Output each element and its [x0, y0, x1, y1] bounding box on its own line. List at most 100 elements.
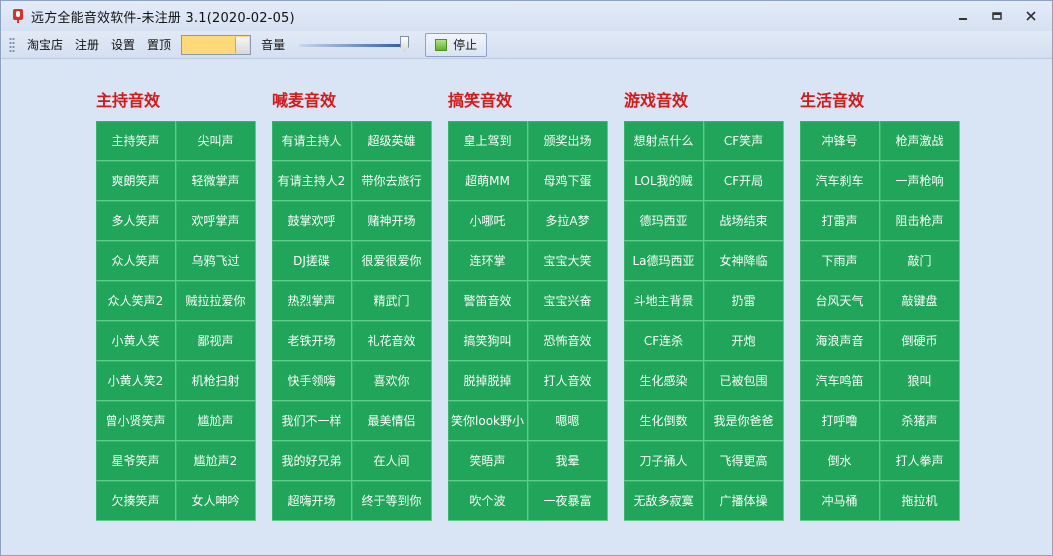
sound-button[interactable]: 敲键盘	[880, 281, 960, 321]
sound-button[interactable]: 尖叫声	[176, 121, 256, 161]
menu-settings[interactable]: 设置	[105, 36, 141, 53]
sound-button[interactable]: 扔雷	[704, 281, 784, 321]
sound-button[interactable]: 主持笑声	[96, 121, 176, 161]
sound-button[interactable]: 德玛西亚	[624, 201, 704, 241]
sound-button[interactable]: 小哪吒	[448, 201, 528, 241]
sound-button[interactable]: 女神降临	[704, 241, 784, 281]
sound-button[interactable]: 多拉A梦	[528, 201, 608, 241]
sound-button[interactable]: 鄙视声	[176, 321, 256, 361]
volume-slider[interactable]	[299, 35, 410, 55]
sound-button[interactable]: 敲门	[880, 241, 960, 281]
sound-button[interactable]: 连环掌	[448, 241, 528, 281]
sound-button[interactable]: 小黄人笑	[96, 321, 176, 361]
sound-button[interactable]: 吹个波	[448, 481, 528, 521]
sound-button[interactable]: 众人笑声2	[96, 281, 176, 321]
sound-button[interactable]: 终于等到你	[352, 481, 432, 521]
sound-button[interactable]: 女人呻吟	[176, 481, 256, 521]
toolbar-grip[interactable]	[9, 36, 15, 53]
sound-button[interactable]: 尴尬声	[176, 401, 256, 441]
sound-button[interactable]: 倒水	[800, 441, 880, 481]
sound-button[interactable]: 轻微掌声	[176, 161, 256, 201]
sound-button[interactable]: 生化感染	[624, 361, 704, 401]
sound-button[interactable]: 搞笑狗叫	[448, 321, 528, 361]
sound-button[interactable]: 机枪扫射	[176, 361, 256, 401]
sound-button[interactable]: CF连杀	[624, 321, 704, 361]
sound-button[interactable]: 冲锋号	[800, 121, 880, 161]
sound-button[interactable]: 欠揍笑声	[96, 481, 176, 521]
sound-button[interactable]: 嗯嗯	[528, 401, 608, 441]
sound-button[interactable]: 生化倒数	[624, 401, 704, 441]
sound-button[interactable]: 笑晤声	[448, 441, 528, 481]
menu-taobao-store[interactable]: 淘宝店	[21, 36, 69, 53]
sound-button[interactable]: 礼花音效	[352, 321, 432, 361]
sound-button[interactable]: 热烈掌声	[272, 281, 352, 321]
sound-button[interactable]: 脱掉脱掉	[448, 361, 528, 401]
sound-button[interactable]: 赌神开场	[352, 201, 432, 241]
sound-button[interactable]: CF笑声	[704, 121, 784, 161]
sound-button[interactable]: 阻击枪声	[880, 201, 960, 241]
sound-button[interactable]: 狼叫	[880, 361, 960, 401]
sound-button[interactable]: CF开局	[704, 161, 784, 201]
sound-button[interactable]: 杀猪声	[880, 401, 960, 441]
sound-button[interactable]: 我是你爸爸	[704, 401, 784, 441]
sound-button[interactable]: 尴尬声2	[176, 441, 256, 481]
sound-button[interactable]: 超级英雄	[352, 121, 432, 161]
sound-button[interactable]: 多人笑声	[96, 201, 176, 241]
menu-register[interactable]: 注册	[69, 36, 105, 53]
sound-button[interactable]: 刀子捅人	[624, 441, 704, 481]
sound-button[interactable]: 打呼噜	[800, 401, 880, 441]
sound-button[interactable]: 枪声激战	[880, 121, 960, 161]
sound-button[interactable]: 超嗨开场	[272, 481, 352, 521]
sound-button[interactable]: 下雨声	[800, 241, 880, 281]
sound-button[interactable]: 一声枪响	[880, 161, 960, 201]
volume-slider-thumb[interactable]	[400, 35, 410, 52]
sound-button[interactable]: 快手领嗨	[272, 361, 352, 401]
sound-button[interactable]: 我晕	[528, 441, 608, 481]
sound-button[interactable]: 贼拉拉爱你	[176, 281, 256, 321]
sound-button[interactable]: 恐怖音效	[528, 321, 608, 361]
sound-button[interactable]: 宝宝大笑	[528, 241, 608, 281]
sound-button[interactable]: DJ搓碟	[272, 241, 352, 281]
sound-button[interactable]: 已被包围	[704, 361, 784, 401]
sound-button[interactable]: 斗地主背景	[624, 281, 704, 321]
sound-button[interactable]: 拖拉机	[880, 481, 960, 521]
sound-button[interactable]: 汽车鸣笛	[800, 361, 880, 401]
sound-button[interactable]: 汽车刹车	[800, 161, 880, 201]
sound-button[interactable]: 想射点什么	[624, 121, 704, 161]
sound-button[interactable]: 颁奖出场	[528, 121, 608, 161]
sound-button[interactable]: 开炮	[704, 321, 784, 361]
sound-button[interactable]: 广播体操	[704, 481, 784, 521]
sound-button[interactable]: 喜欢你	[352, 361, 432, 401]
sound-button[interactable]: 海浪声音	[800, 321, 880, 361]
stop-button[interactable]: 停止	[425, 32, 488, 57]
sound-button[interactable]: LOL我的贼	[624, 161, 704, 201]
sound-button[interactable]: 战场结束	[704, 201, 784, 241]
sound-button[interactable]: 母鸡下蛋	[528, 161, 608, 201]
sound-button[interactable]: 倒硬币	[880, 321, 960, 361]
sound-button[interactable]: 笑你look野小	[448, 401, 528, 441]
sound-button[interactable]: 无敌多寂寞	[624, 481, 704, 521]
sound-button[interactable]: 我的好兄弟	[272, 441, 352, 481]
sound-button[interactable]: 打人拳声	[880, 441, 960, 481]
sound-button[interactable]: La德玛西亚	[624, 241, 704, 281]
sound-button[interactable]: 我们不一样	[272, 401, 352, 441]
sound-button[interactable]: 一夜暴富	[528, 481, 608, 521]
sound-button[interactable]: 超萌MM	[448, 161, 528, 201]
sound-button[interactable]: 乌鸦飞过	[176, 241, 256, 281]
close-button[interactable]	[1018, 7, 1044, 25]
sound-button[interactable]: 众人笑声	[96, 241, 176, 281]
sound-button[interactable]: 精武门	[352, 281, 432, 321]
sound-button[interactable]: 宝宝兴奋	[528, 281, 608, 321]
sound-button[interactable]: 台风天气	[800, 281, 880, 321]
sound-button[interactable]: 飞得更高	[704, 441, 784, 481]
sound-button[interactable]: 欢呼掌声	[176, 201, 256, 241]
sound-button[interactable]: 皇上驾到	[448, 121, 528, 161]
sound-button[interactable]: 有请主持人2	[272, 161, 352, 201]
menu-pin-top[interactable]: 置顶	[141, 36, 177, 53]
sound-button[interactable]: 打雷声	[800, 201, 880, 241]
sound-button[interactable]: 很爱很爱你	[352, 241, 432, 281]
restore-button[interactable]	[984, 7, 1010, 25]
sound-button[interactable]: 警笛音效	[448, 281, 528, 321]
sound-button[interactable]: 曾小贤笑声	[96, 401, 176, 441]
sound-button[interactable]: 在人间	[352, 441, 432, 481]
